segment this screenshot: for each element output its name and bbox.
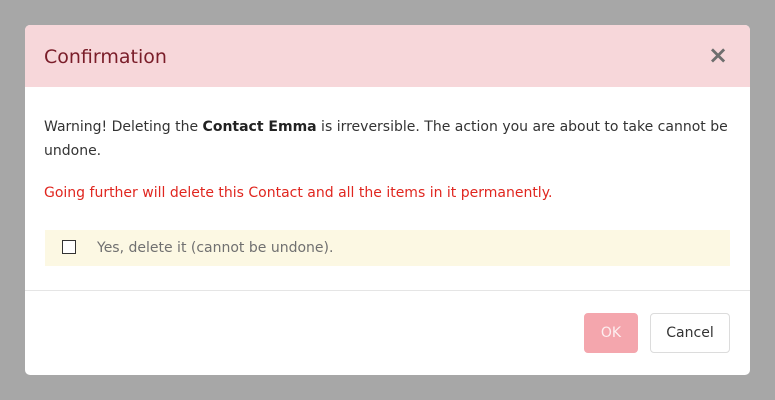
warning-entity: Contact Emma: [202, 119, 317, 135]
warning-prefix: Warning! Deleting the: [44, 119, 203, 135]
dialog-title: Confirmation: [44, 46, 167, 68]
confirm-delete-label[interactable]: Yes, delete it (cannot be undone).: [97, 238, 333, 258]
danger-message: Going further will delete this Contact a…: [44, 185, 553, 201]
dialog-header: Confirmation ×: [25, 25, 750, 87]
confirm-delete-checkbox[interactable]: [62, 240, 76, 254]
ok-button[interactable]: OK: [584, 313, 638, 353]
confirmation-dialog: Confirmation × Warning! Deleting the Con…: [25, 25, 750, 375]
dialog-body: Warning! Deleting the Contact Emma is ir…: [25, 87, 750, 291]
warning-message: Warning! Deleting the Contact Emma is ir…: [44, 115, 734, 163]
cancel-button[interactable]: Cancel: [650, 313, 730, 353]
dialog-footer: OK Cancel: [25, 291, 750, 375]
confirm-delete-row[interactable]: Yes, delete it (cannot be undone).: [45, 230, 730, 266]
close-icon[interactable]: ×: [708, 43, 728, 67]
